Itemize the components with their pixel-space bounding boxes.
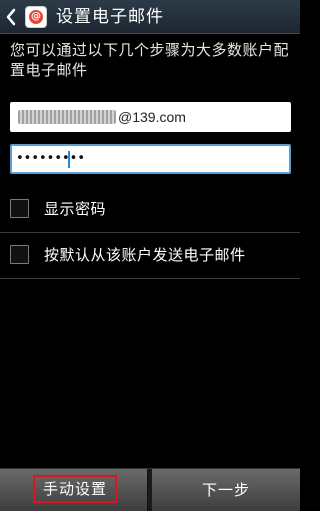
text-cursor bbox=[68, 151, 70, 168]
next-button[interactable]: 下一步 bbox=[152, 469, 300, 511]
bottom-bar: 手动设置 下一步 bbox=[0, 468, 300, 511]
page-title: 设置电子邮件 bbox=[56, 7, 164, 27]
next-label: 下一步 bbox=[201, 481, 250, 499]
email-field[interactable]: @139.com bbox=[10, 102, 291, 132]
email-app-icon: @ bbox=[25, 6, 47, 28]
divider bbox=[0, 232, 300, 233]
default-send-checkbox[interactable] bbox=[10, 245, 29, 264]
password-value: ••••••••• bbox=[16, 151, 86, 166]
show-password-label: 显示密码 bbox=[44, 200, 107, 218]
back-button[interactable]: @ bbox=[0, 0, 56, 34]
show-password-row[interactable]: 显示密码 bbox=[0, 188, 300, 232]
password-field[interactable]: ••••••••• bbox=[10, 144, 291, 174]
divider bbox=[0, 278, 300, 279]
action-bar: @ 设置电子邮件 bbox=[0, 0, 300, 34]
email-masked-username bbox=[18, 110, 116, 124]
manual-setup-label: 手动设置 bbox=[42, 480, 107, 498]
show-password-checkbox[interactable] bbox=[10, 199, 29, 218]
default-send-label: 按默认从该账户发送电子邮件 bbox=[44, 246, 246, 264]
email-domain-text: @139.com bbox=[118, 109, 186, 125]
instruction-text: 您可以通过以下几个步骤为大多数账户配置电子邮件 bbox=[10, 41, 290, 79]
manual-setup-button[interactable]: 手动设置 bbox=[0, 469, 148, 511]
email-app-icon-glyph: @ bbox=[31, 11, 41, 22]
chevron-left-icon bbox=[6, 8, 16, 26]
default-send-row[interactable]: 按默认从该账户发送电子邮件 bbox=[0, 234, 300, 278]
